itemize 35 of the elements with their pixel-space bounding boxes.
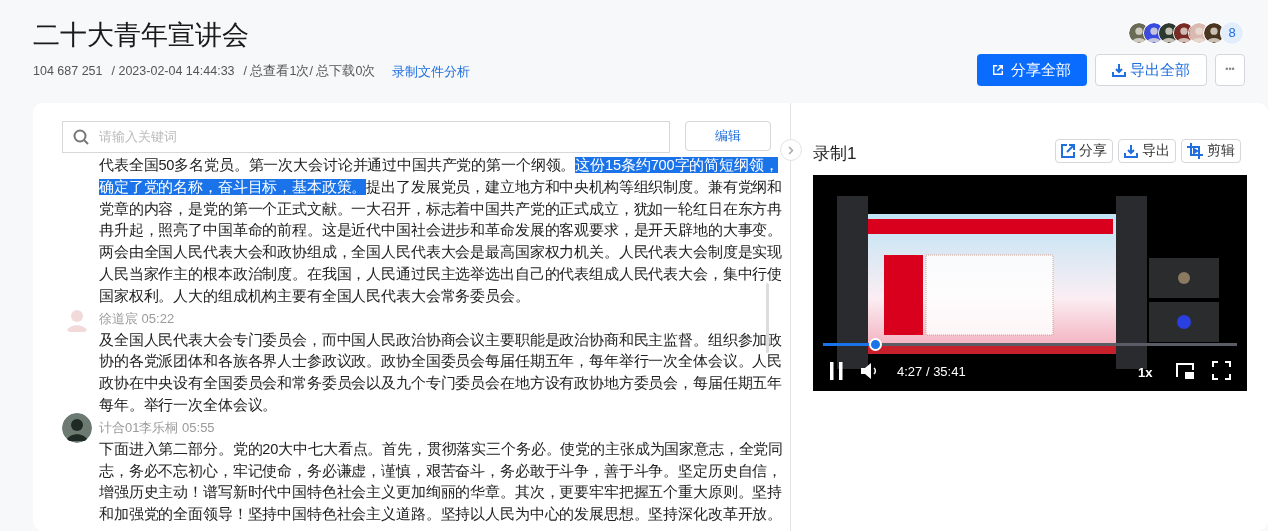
view-stats: / 总查看1次/ 总下载0次: [243, 63, 376, 81]
search-input[interactable]: 请输入关键词: [99, 127, 659, 147]
speaker-name: 徐道宸 05:22: [99, 309, 175, 328]
export-all-button[interactable]: 导出全部: [1095, 54, 1207, 86]
transcript-paragraph: 代表全国50多名党员。第一次大会讨论并通过中国共产党的第一个纲领。这份15条约700字的简短纲领，确定了党的名称，奋斗目标，基本政策。提出了发展党员，建立地方和中央机构等组织制度。兼有党纲和党章的内容，是党的第一个正式文献。一大召开，标志着中国共产党的正式成立，犹如一轮红日在东方冉冉升起，照亮了中国革命的前程。这是近代中国社会进步和革命发展的客观要求，是开天辟地的大事变。两会由全国人民代表大会和政协组成，全国人民代表大会是最高国家权力机关。人民代表大会制度是实现人民当家作主的根本政治制度。在我国，人民通过民主选举选出自己的代表组成人民代表大会，集中行使国家权利。人大的组成机构主要有全国人民代表大会常务委员会。: [99, 156, 784, 306]
meeting-date: / 2023-02-04 14:44:33: [111, 63, 235, 81]
analysis-link[interactable]: 录制文件分析: [392, 62, 471, 82]
share-icon: [993, 63, 1003, 77]
edit-button[interactable]: 编辑: [685, 121, 771, 151]
clip-button[interactable]: 剪辑: [1181, 138, 1241, 163]
video-player[interactable]: 4:27 / 35:41 1x: [813, 174, 1247, 391]
share-icon: [1061, 143, 1075, 158]
share-all-button[interactable]: 分享全部: [977, 54, 1087, 86]
progress-track[interactable]: [823, 337, 1237, 351]
download-icon: [1112, 63, 1126, 77]
more-button[interactable]: •••: [1215, 54, 1245, 86]
playback-time: 4:27 / 35:41: [897, 362, 966, 381]
crop-icon: [1187, 142, 1203, 159]
chevron-right-icon: [788, 145, 794, 155]
download-icon: [1124, 143, 1138, 158]
share-button[interactable]: 分享: [1055, 138, 1113, 163]
speaker-name: 计合01李乐桐 05:55: [99, 419, 215, 437]
pause-icon[interactable]: [829, 362, 845, 381]
speed-button[interactable]: 1x: [1138, 362, 1153, 382]
fullscreen-icon[interactable]: [1212, 360, 1231, 380]
picture-in-picture-icon[interactable]: [1176, 362, 1194, 379]
search-field[interactable]: 请输入关键词: [62, 121, 670, 153]
scrollbar[interactable]: [766, 283, 769, 353]
page-title: 二十大青年宣讲会: [33, 19, 250, 52]
export-button[interactable]: 导出: [1118, 138, 1176, 163]
recording-title: 录制1: [813, 143, 857, 165]
transcript-paragraph: 下面进入第二部分。党的20大中七大看点。首先，贯彻落实三个务必。使党的主张成为国家意志，全党同志，务必不忘初心，牢记使命，务必谦虚，谨慎，艰苦奋斗，务必敢于斗争，善于斗争。坚定历史自信，增强历史主动！谱写新时代中国特色社会主义更加绚丽的华章。其次，更要牢牢把握五个重大原则。坚持和加强党的全面领导！坚持中国特色社会主义道路。坚持以人民为中心的发展思想。坚持深化改革开放。: [99, 439, 785, 525]
meeting-id: 104 687 251: [33, 63, 103, 81]
participant-count[interactable]: 8: [1220, 21, 1244, 45]
search-icon: [73, 129, 89, 145]
